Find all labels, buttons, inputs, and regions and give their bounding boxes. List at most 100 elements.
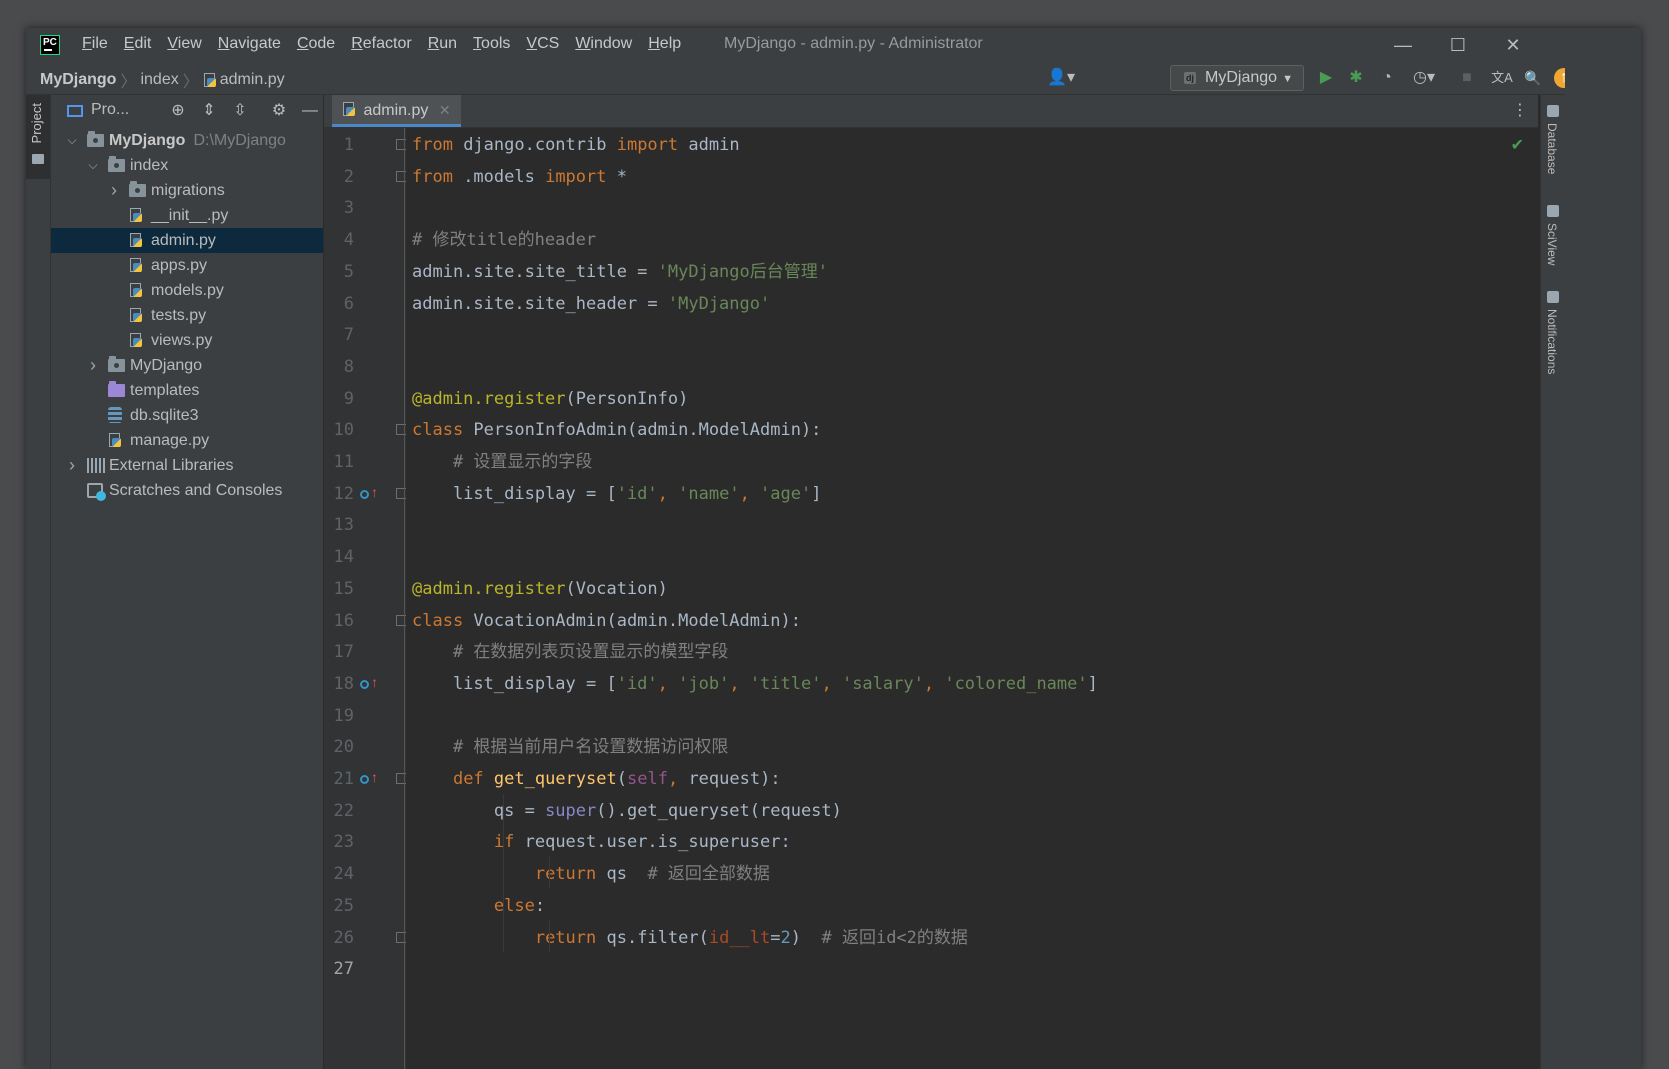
tree-item-label: tests.py [151,303,206,328]
override-method-icon[interactable]: ↑ [360,675,380,693]
chevron-right-icon[interactable]: › [107,178,121,203]
code-line: qs = super().get_queryset(request) [412,794,842,828]
debug-icon[interactable]: ✱ [1345,67,1367,89]
breadcrumb-project[interactable]: MyDjango [40,71,116,89]
tree-item-models-py[interactable]: models.py [51,278,323,303]
tool-tab-notifications[interactable]: Notifications [1545,309,1559,374]
project-tool-tab[interactable]: Project [26,95,50,179]
code-token: # 返回id<2的数据 [821,927,968,948]
profile-icon[interactable]: ◷▾ [1407,67,1441,89]
user-account-icon[interactable]: 👤▾ [1044,67,1078,89]
project-view-select[interactable]: Pro... [91,101,129,119]
code-line: list_display = ['id', 'name', 'age'] [412,477,822,511]
code-token: (Vocation) [565,578,668,599]
tree-item-manage-py[interactable]: manage.py [51,428,323,453]
line-number: 18 [333,673,354,694]
coverage-icon[interactable]: ◔ [1376,67,1398,89]
run-icon[interactable]: ▶ [1315,67,1337,89]
menu-edit[interactable]: Edit [124,35,152,53]
menu-mnemonic: T [473,35,482,52]
library-icon [87,458,105,473]
menu-tools[interactable]: Tools [473,35,510,53]
tree-item-mydjango[interactable]: ⌵ MyDjango D:\MyDjango [51,128,323,153]
line-number: 13 [333,515,354,536]
close-window-button[interactable]: ✕ [1500,32,1526,58]
tree-item-index[interactable]: ⌵ index [51,153,323,178]
menu-refactor[interactable]: Refactor [351,35,411,53]
code-line: @admin.register(PersonInfo) [412,382,688,416]
tool-tab-database[interactable]: Database [1545,123,1559,174]
pycharm-logo-icon[interactable]: PC [40,35,60,55]
tree-item-label: manage.py [130,428,209,453]
collapse-all-icon[interactable]: ⇳ [230,101,250,121]
chevron-right-icon[interactable]: › [65,453,79,478]
tree-item-apps-py[interactable]: apps.py [51,253,323,278]
expand-all-icon[interactable]: ⇕ [199,101,219,121]
close-tab-icon[interactable]: ✕ [439,102,451,118]
line-number: 23 [333,832,354,853]
translate-icon[interactable]: 文A [1491,67,1513,89]
minimize-button[interactable]: — [1390,32,1416,58]
breadcrumb-file[interactable]: admin.py [220,71,285,89]
tool-tab-sciview[interactable]: SciView [1545,223,1559,265]
menu-file[interactable]: File [82,35,108,53]
tree-item-init-py[interactable]: __init__.py [51,203,323,228]
tree-item-templates[interactable]: templates [51,378,323,403]
menu-navigate[interactable]: Navigate [218,35,281,53]
inspection-ok-icon[interactable]: ✔ [1511,135,1524,155]
editor-gutter[interactable]: 1 2 3 4 5 6 7 8 9 10 11 12 13 14 15 16 17 18 19 20 21 22 23 24 2… [324,128,407,1069]
code-token: get_queryset [493,769,617,789]
line-number: 15 [333,578,354,599]
tree-item-external-libraries[interactable]: › External Libraries [51,453,323,478]
chevron-down-icon[interactable]: ⌵ [86,153,100,178]
chevron-down-icon[interactable]: ⌵ [65,128,79,153]
override-circle [360,775,369,784]
project-view-icon [67,105,83,117]
code-token: @admin.register [412,388,566,409]
code-line: class VocationAdmin(admin.ModelAdmin): [412,604,801,638]
chevron-right-icon[interactable]: › [86,353,100,378]
code-token: admin.site.site_title = [412,261,658,282]
tree-item-tests-py[interactable]: tests.py [51,303,323,328]
tree-item-mydjango[interactable]: › MyDjango [51,353,323,378]
breadcrumb-folder[interactable]: index [140,71,178,89]
line-number: 4 [343,230,354,251]
menu-code[interactable]: Code [297,35,335,53]
tree-label-text: manage.py [130,432,210,449]
gear-icon[interactable]: ⚙ [269,101,289,121]
hide-panel-icon[interactable]: — [300,101,320,121]
code-token: 2 [780,927,791,948]
code-token: 'colored_name' [944,673,1088,694]
tree-item-db-sqlite3[interactable]: db.sqlite3 [51,403,323,428]
menu-view[interactable]: View [167,35,201,53]
override-method-icon[interactable]: ↑ [360,485,380,503]
menu-run[interactable]: Run [428,35,457,53]
tree-item-label: apps.py [151,253,207,278]
tree-item-views-py[interactable]: views.py [51,328,323,353]
maximize-button[interactable]: ☐ [1445,32,1471,58]
menu-vcs[interactable]: VCS [526,35,559,53]
search-icon[interactable]: 🔍 [1522,67,1544,89]
stop-icon[interactable]: ■ [1456,67,1478,89]
tree-item-migrations[interactable]: › migrations [51,178,323,203]
override-method-icon[interactable]: ↑ [360,770,380,788]
line-number: 8 [343,356,354,377]
tree-item-label: index [130,153,168,178]
tab-admin-py[interactable]: admin.py ✕ [332,95,461,127]
menu-window[interactable]: Window [575,35,632,53]
tree-item-label: admin.py [151,228,216,253]
run-configuration-select[interactable]: dj MyDjango ▼ [1170,65,1304,91]
tree-item-label: db.sqlite3 [130,403,199,428]
code-token: super [545,800,597,821]
code-token: def [452,769,484,789]
code-token: 'MyDjango后台管理' [657,261,828,282]
locate-icon[interactable]: ⊕ [168,101,188,121]
code-token: admin [678,135,740,155]
more-actions-icon[interactable]: ⋮ [1512,100,1528,120]
code-text-area[interactable]: from django.contrib import admin from .mo… [406,128,1538,1069]
tree-label-text: __init__.py [151,207,229,224]
menu-help[interactable]: Help [648,35,681,53]
tree-item-scratches-and-consoles[interactable]: Scratches and Consoles [51,478,323,503]
tree-item-admin-py[interactable]: admin.py [51,228,323,253]
